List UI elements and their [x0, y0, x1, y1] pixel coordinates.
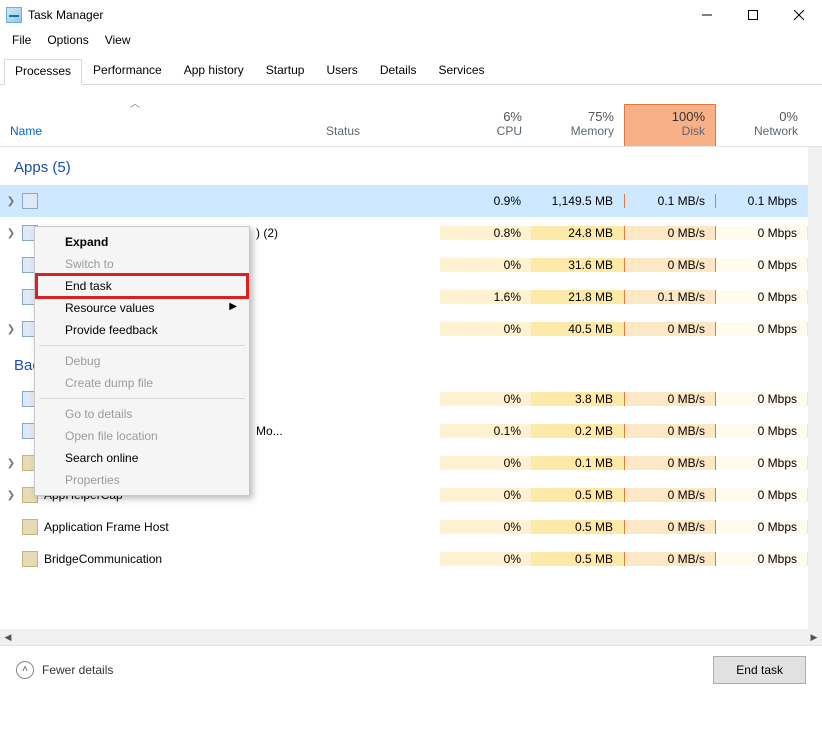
menu-view[interactable]: View [97, 30, 139, 50]
task-manager-icon [6, 7, 22, 23]
menu-file[interactable]: File [4, 30, 39, 50]
expand-icon[interactable]: ❯ [6, 324, 16, 335]
titlebar: Task Manager [0, 0, 822, 30]
group-apps: Apps (5) [0, 147, 808, 185]
submenu-arrow-icon: ▶ [229, 301, 237, 312]
expand-icon[interactable]: ❯ [6, 196, 16, 207]
cell-disk: 0.1 MB/s [624, 194, 716, 208]
ctx-open-file-location: Open file location [37, 425, 247, 447]
tab-app-history[interactable]: App history [173, 58, 255, 84]
scroll-right-icon[interactable]: ▶ [806, 629, 822, 645]
minimize-button[interactable] [684, 0, 730, 30]
tab-details[interactable]: Details [369, 58, 428, 84]
close-button[interactable] [776, 0, 822, 30]
process-icon [22, 519, 38, 535]
tab-performance[interactable]: Performance [82, 58, 173, 84]
ctx-resource-values[interactable]: Resource values ▶ [37, 297, 247, 319]
chevron-up-icon: ˄ [16, 661, 34, 679]
process-row[interactable]: ❯ BridgeCommunication 0% 0.5 MB 0 MB/s 0… [0, 543, 808, 575]
ctx-separator [39, 398, 245, 399]
ctx-switch-to: Switch to [37, 253, 247, 275]
process-name: BridgeCommunication [44, 552, 162, 566]
window-title: Task Manager [28, 8, 103, 22]
process-icon [22, 193, 38, 209]
horizontal-scrollbar[interactable]: ◀ ▶ [0, 629, 822, 645]
ctx-separator [39, 345, 245, 346]
group-apps-title[interactable]: Apps (5) [0, 149, 316, 184]
ctx-search-online[interactable]: Search online [37, 447, 247, 469]
expand-icon[interactable]: ❯ [6, 458, 16, 469]
menu-options[interactable]: Options [39, 30, 96, 50]
cell-cpu: 0.9% [440, 194, 532, 208]
expand-icon[interactable]: ❯ [6, 490, 16, 501]
tab-users[interactable]: Users [315, 58, 368, 84]
sort-indicator-icon: ︿ [130, 95, 140, 110]
ctx-provide-feedback[interactable]: Provide feedback [37, 319, 247, 341]
column-headers: ︿ Name Status 6% CPU 75% Memory 100% Dis… [0, 95, 822, 147]
context-menu: Expand Switch to End task Resource value… [34, 226, 250, 496]
column-cpu[interactable]: 6% CPU [440, 105, 532, 146]
process-icon [22, 551, 38, 567]
tab-startup[interactable]: Startup [255, 58, 316, 84]
process-name: Application Frame Host [44, 520, 169, 534]
menubar: File Options View [0, 30, 822, 52]
scroll-left-icon[interactable]: ◀ [0, 629, 16, 645]
ctx-expand[interactable]: Expand [37, 231, 247, 253]
expand-icon[interactable]: ❯ [6, 228, 16, 239]
end-task-button[interactable]: End task [713, 656, 806, 684]
tab-processes[interactable]: Processes [4, 59, 82, 85]
column-status[interactable]: Status [316, 120, 440, 146]
vertical-scrollbar[interactable] [808, 147, 822, 181]
window-controls [684, 0, 822, 30]
fewer-details-button[interactable]: ˄ Fewer details [16, 661, 113, 679]
tabstrip: Processes Performance App history Startu… [0, 52, 822, 85]
process-row[interactable]: ❯ Application Frame Host 0% 0.5 MB 0 MB/… [0, 511, 808, 543]
ctx-create-dump: Create dump file [37, 372, 247, 394]
tab-services[interactable]: Services [428, 58, 496, 84]
maximize-button[interactable] [730, 0, 776, 30]
ctx-properties: Properties [37, 469, 247, 491]
ctx-go-to-details: Go to details [37, 403, 247, 425]
process-row[interactable]: ❯ 0.9% 1,149.5 MB 0.1 MB/s 0.1 Mbps [0, 185, 808, 217]
column-name[interactable]: Name [0, 120, 316, 146]
ctx-debug: Debug [37, 350, 247, 372]
cell-memory: 1,149.5 MB [532, 194, 624, 208]
cell-network: 0.1 Mbps [716, 194, 808, 208]
column-memory[interactable]: 75% Memory [532, 105, 624, 146]
column-disk[interactable]: 100% Disk [624, 104, 716, 146]
process-name: ) (2) [256, 226, 278, 240]
footer: ˄ Fewer details End task [0, 645, 822, 693]
process-name: Mo... [256, 424, 283, 438]
ctx-end-task[interactable]: End task [37, 275, 247, 297]
column-network[interactable]: 0% Network [716, 105, 808, 146]
